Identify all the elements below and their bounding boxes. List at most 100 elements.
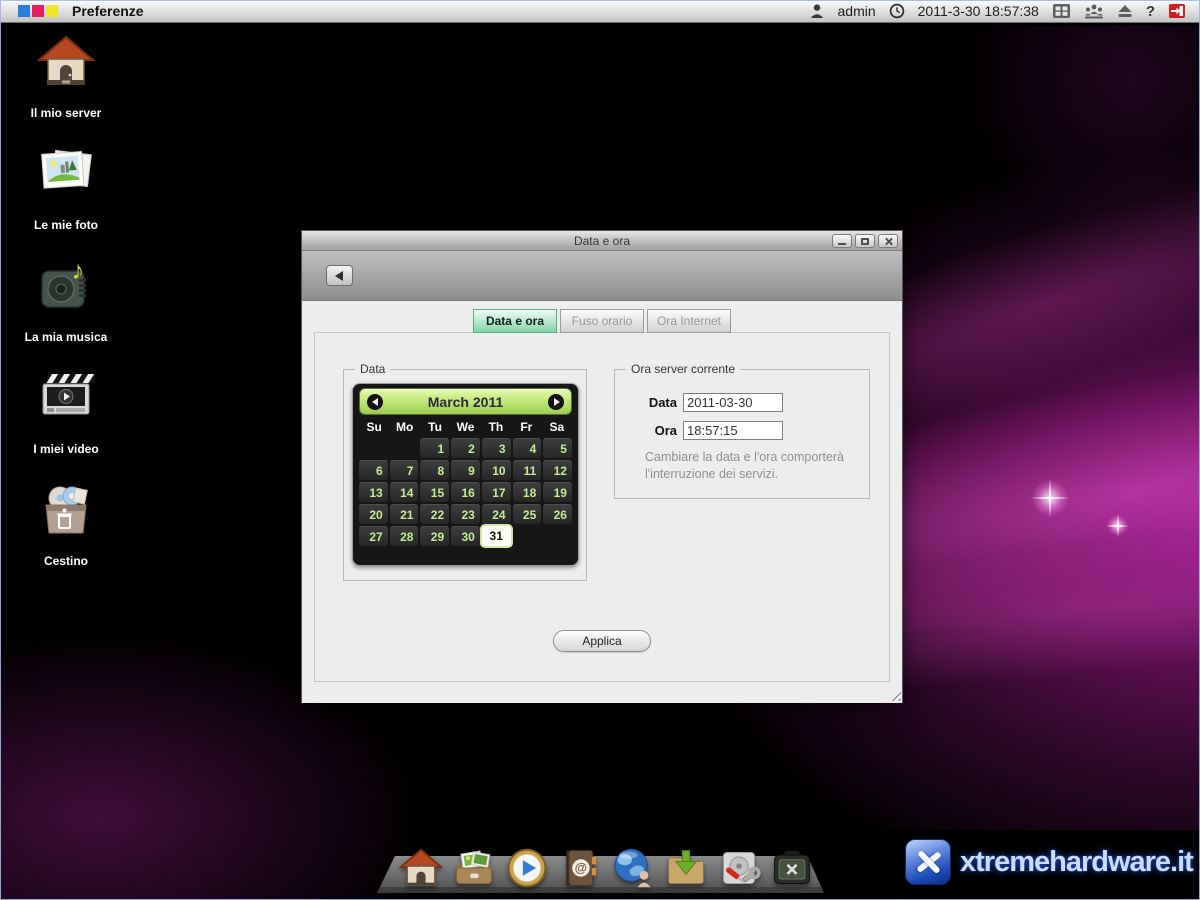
calendar-day[interactable]: 9 (451, 460, 480, 480)
calendar-day[interactable]: 20 (359, 504, 388, 524)
desktop-icon-trash[interactable]: Cestino (14, 481, 118, 568)
calendar-day[interactable]: 26 (543, 504, 572, 524)
weekday-label: Mo (389, 420, 419, 434)
calendar-day[interactable]: 30 (451, 526, 480, 546)
home-icon (37, 33, 95, 91)
weekday-label: Sa (542, 420, 572, 434)
calendar-day[interactable] (543, 526, 572, 546)
desktop-icon-my-music[interactable]: ♪ La mia musica (14, 257, 118, 344)
calendar-day[interactable]: 16 (451, 482, 480, 502)
logout-icon[interactable] (1168, 3, 1186, 19)
calendar-day[interactable]: 7 (390, 460, 419, 480)
desktop-icon-label: Cestino (44, 554, 88, 568)
watermark-text: xtremehardware.it (960, 846, 1193, 879)
watermark-logo-icon (905, 839, 951, 885)
calendar-day[interactable]: 14 (390, 482, 419, 502)
dock-contacts-icon[interactable]: @ (558, 846, 602, 890)
weekday-label: We (450, 420, 480, 434)
close-button[interactable] (878, 234, 898, 248)
calendar: March 2011 SuMoTuWeThFrSa 12345678910111… (352, 383, 579, 566)
calendar-day[interactable]: 6 (359, 460, 388, 480)
time-input[interactable] (683, 421, 783, 440)
user-icon (809, 3, 825, 19)
eject-icon[interactable] (1117, 4, 1133, 18)
window-title: Data e ora (302, 231, 902, 251)
calendar-day[interactable]: 3 (482, 438, 511, 458)
next-month-button[interactable] (548, 394, 564, 410)
calendar-day[interactable]: 15 (420, 482, 449, 502)
svg-text:@: @ (575, 860, 588, 875)
window-titlebar[interactable]: Data e ora (302, 231, 902, 251)
dock-media-player-icon[interactable] (505, 846, 549, 890)
dock-download-icon[interactable] (664, 846, 708, 890)
date-field-label: Data (615, 395, 683, 410)
calendar-header: March 2011 (359, 388, 572, 415)
next-arrow-icon (554, 398, 564, 406)
video-icon (37, 369, 95, 427)
help-button[interactable]: ? (1146, 3, 1155, 20)
sparkle (1106, 514, 1129, 537)
prev-month-button[interactable] (367, 394, 383, 410)
calendar-day[interactable]: 4 (513, 438, 542, 458)
calendar-day[interactable]: 11 (513, 460, 542, 480)
calendar-day[interactable]: 29 (420, 526, 449, 546)
time-field-label: Ora (615, 423, 683, 438)
calendar-day[interactable]: 27 (359, 526, 388, 546)
logo-square-blue (18, 5, 30, 17)
weekday-label: Fr (511, 420, 541, 434)
calendar-day[interactable]: 8 (420, 460, 449, 480)
desktop-icon-label: La mia musica (25, 330, 108, 344)
svg-text:♪: ♪ (72, 257, 85, 285)
server-time-groupbox: Ora server corrente Data Ora Cambiare la… (614, 369, 870, 499)
app-grid-icon[interactable] (1052, 3, 1071, 19)
desktop-icon-my-server[interactable]: Il mio server (14, 33, 118, 120)
calendar-day[interactable]: 10 (482, 460, 511, 480)
maximize-button[interactable] (855, 234, 875, 248)
close-icon (884, 237, 893, 246)
calendar-day[interactable]: 28 (390, 526, 419, 546)
date-time-window: Data e ora Data e oraFuso orarioOra Inte… (301, 230, 903, 703)
calendar-day[interactable] (390, 438, 419, 458)
calendar-day[interactable]: 1 (420, 438, 449, 458)
desktop-icon-my-videos[interactable]: I miei video (14, 369, 118, 456)
calendar-day[interactable]: 19 (543, 482, 572, 502)
dock-system-console-icon[interactable] (770, 846, 814, 890)
calendar-day[interactable]: 21 (390, 504, 419, 524)
calendar-day[interactable]: 18 (513, 482, 542, 502)
calendar-day[interactable] (359, 438, 388, 458)
tab-bar: Data e oraFuso orarioOra Internet (302, 309, 902, 333)
tab[interactable]: Ora Internet (647, 309, 731, 333)
service-warning-note: Cambiare la data e l'ora comporterà l'in… (645, 449, 871, 483)
calendar-day[interactable]: 22 (420, 504, 449, 524)
back-button[interactable] (326, 265, 353, 286)
calendar-day[interactable] (513, 526, 542, 546)
desktop-icon-my-photos[interactable]: Le mie foto (14, 145, 118, 232)
calendar-day[interactable]: 5 (543, 438, 572, 458)
calendar-day[interactable]: 25 (513, 504, 542, 524)
dock-photos-icon[interactable] (452, 846, 496, 890)
tab[interactable]: Fuso orario (560, 309, 644, 333)
apply-button[interactable]: Applica (553, 630, 651, 652)
photos-icon (37, 145, 95, 203)
calendar-day[interactable]: 31 (482, 526, 511, 546)
calendar-day[interactable]: 23 (451, 504, 480, 524)
calendar-day[interactable]: 24 (482, 504, 511, 524)
calendar-day[interactable]: 12 (543, 460, 572, 480)
connections-icon[interactable] (1084, 4, 1104, 19)
calendar-day[interactable]: 17 (482, 482, 511, 502)
calendar-day[interactable]: 2 (451, 438, 480, 458)
logged-in-user[interactable]: admin (838, 3, 876, 19)
dock-web-icon[interactable] (611, 846, 655, 890)
tab[interactable]: Data e ora (473, 309, 557, 333)
calendar-day[interactable]: 13 (359, 482, 388, 502)
back-arrow-icon (330, 271, 343, 281)
minimize-button[interactable] (832, 234, 852, 248)
date-input[interactable] (683, 393, 783, 412)
dock-home-icon[interactable] (399, 846, 443, 890)
date-group-legend: Data (355, 362, 390, 376)
desktop-icon-label: Il mio server (31, 106, 102, 120)
dock-storage-tools-icon[interactable] (717, 846, 761, 890)
watermark: xtremehardware.it (905, 839, 1193, 885)
desktop-screen: Preferenze admin 2011-3-30 18:57:38 ? (0, 0, 1200, 900)
weekday-label: Tu (420, 420, 450, 434)
